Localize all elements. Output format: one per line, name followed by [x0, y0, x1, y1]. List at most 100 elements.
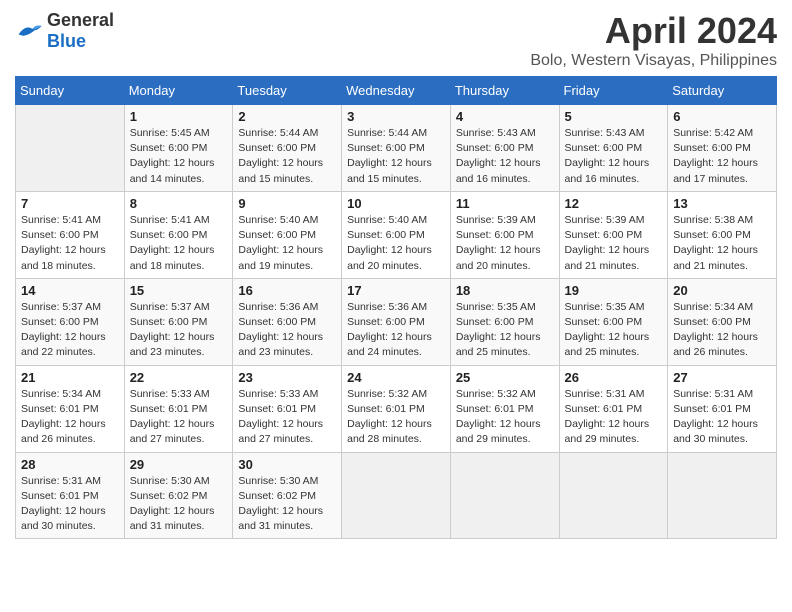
header-friday: Friday: [559, 77, 668, 105]
day-info: Sunrise: 5:44 AMSunset: 6:00 PMDaylight:…: [238, 126, 336, 187]
day-info: Sunrise: 5:39 AMSunset: 6:00 PMDaylight:…: [456, 213, 554, 274]
calendar-cell: 18Sunrise: 5:35 AMSunset: 6:00 PMDayligh…: [450, 278, 559, 365]
day-number: 19: [565, 283, 663, 298]
calendar-cell: 15 Sunrise: 5:37 AMSunset: 6:00 PMDayligh…: [124, 278, 233, 365]
calendar-table: SundayMondayTuesdayWednesdayThursdayFrid…: [15, 76, 777, 539]
header-row: SundayMondayTuesdayWednesdayThursdayFrid…: [16, 77, 777, 105]
day-number: 3: [347, 109, 445, 124]
calendar-cell: 20 Sunrise: 5:34 AMSunset: 6:00 PMDayligh…: [668, 278, 777, 365]
week-row-1: 7 Sunrise: 5:41 AMSunset: 6:00 PMDaylight…: [16, 191, 777, 278]
day-info: Sunrise: 5:36 AMSunset: 6:00 PMDaylight:…: [347, 300, 445, 361]
calendar-cell: 8Sunrise: 5:41 AMSunset: 6:00 PMDaylight…: [124, 191, 233, 278]
day-info: Sunrise: 5:33 AMSunset: 6:01 PMDaylight:…: [238, 387, 336, 448]
calendar-cell: 14Sunrise: 5:37 AMSunset: 6:00 PMDayligh…: [16, 278, 125, 365]
day-number: 12: [565, 196, 663, 211]
calendar-cell: 16Sunrise: 5:36 AMSunset: 6:00 PMDayligh…: [233, 278, 342, 365]
header-saturday: Saturday: [668, 77, 777, 105]
calendar-cell: 1Sunrise: 5:45 AMSunset: 6:00 PMDaylight…: [124, 105, 233, 192]
day-number: 17: [347, 283, 445, 298]
header-wednesday: Wednesday: [342, 77, 451, 105]
week-row-3: 21 Sunrise: 5:34 AMSunset: 6:01 PMDayligh…: [16, 365, 777, 452]
header-tuesday: Tuesday: [233, 77, 342, 105]
calendar-cell: 30 Sunrise: 5:30 AMSunset: 6:02 PMDayligh…: [233, 452, 342, 539]
day-number: 28: [21, 457, 119, 472]
day-number: 10: [347, 196, 445, 211]
month-title: April 2024: [530, 10, 777, 52]
calendar-cell: 21 Sunrise: 5:34 AMSunset: 6:01 PMDayligh…: [16, 365, 125, 452]
day-number: 22: [130, 370, 228, 385]
day-number: 29: [130, 457, 228, 472]
day-number: 14: [21, 283, 119, 298]
calendar-cell: 17 Sunrise: 5:36 AMSunset: 6:00 PMDayligh…: [342, 278, 451, 365]
calendar-cell: 26 Sunrise: 5:31 AMSunset: 6:01 PMDayligh…: [559, 365, 668, 452]
day-info: Sunrise: 5:35 AMSunset: 6:00 PMDaylight:…: [565, 300, 663, 361]
day-number: 23: [238, 370, 336, 385]
day-info: Sunrise: 5:40 AMSunset: 6:00 PMDaylight:…: [347, 213, 445, 274]
day-info: Sunrise: 5:30 AMSunset: 6:02 PMDaylight:…: [238, 474, 336, 535]
calendar-header: SundayMondayTuesdayWednesdayThursdayFrid…: [16, 77, 777, 105]
day-info: Sunrise: 5:35 AMSunset: 6:00 PMDaylight:…: [456, 300, 554, 361]
day-info: Sunrise: 5:43 AMSunset: 6:00 PMDaylight:…: [565, 126, 663, 187]
calendar-cell: 13 Sunrise: 5:38 AMSunset: 6:00 PMDayligh…: [668, 191, 777, 278]
header-sunday: Sunday: [16, 77, 125, 105]
calendar-cell: 23 Sunrise: 5:33 AMSunset: 6:01 PMDayligh…: [233, 365, 342, 452]
day-number: 6: [673, 109, 771, 124]
day-number: 21: [21, 370, 119, 385]
day-info: Sunrise: 5:34 AMSunset: 6:01 PMDaylight:…: [21, 387, 119, 448]
day-info: Sunrise: 5:32 AMSunset: 6:01 PMDaylight:…: [347, 387, 445, 448]
day-number: 13: [673, 196, 771, 211]
week-row-4: 28Sunrise: 5:31 AMSunset: 6:01 PMDayligh…: [16, 452, 777, 539]
day-info: Sunrise: 5:43 AMSunset: 6:00 PMDaylight:…: [456, 126, 554, 187]
calendar-cell: 29Sunrise: 5:30 AMSunset: 6:02 PMDayligh…: [124, 452, 233, 539]
day-number: 27: [673, 370, 771, 385]
day-number: 4: [456, 109, 554, 124]
calendar-cell: 2Sunrise: 5:44 AMSunset: 6:00 PMDaylight…: [233, 105, 342, 192]
day-info: Sunrise: 5:39 AMSunset: 6:00 PMDaylight:…: [565, 213, 663, 274]
calendar-cell: [16, 105, 125, 192]
day-info: Sunrise: 5:37 AMSunset: 6:00 PMDaylight:…: [130, 300, 228, 361]
calendar-cell: 22Sunrise: 5:33 AMSunset: 6:01 PMDayligh…: [124, 365, 233, 452]
day-number: 9: [238, 196, 336, 211]
day-number: 15: [130, 283, 228, 298]
day-info: Sunrise: 5:44 AMSunset: 6:00 PMDaylight:…: [347, 126, 445, 187]
day-number: 7: [21, 196, 119, 211]
week-row-2: 14 Sunrise: 5:37 AMSunset: 6:00 PMDayligh…: [16, 278, 777, 365]
logo-general: General: [47, 10, 114, 30]
day-number: 16: [238, 283, 336, 298]
day-info: Sunrise: 5:38 AMSunset: 6:00 PMDaylight:…: [673, 213, 771, 274]
day-info: Sunrise: 5:41 AMSunset: 6:00 PMDaylight:…: [21, 213, 119, 274]
day-number: 11: [456, 196, 554, 211]
week-row-0: 1Sunrise: 5:45 AMSunset: 6:00 PMDaylight…: [16, 105, 777, 192]
calendar-body: 1Sunrise: 5:45 AMSunset: 6:00 PMDaylight…: [16, 105, 777, 539]
day-number: 26: [565, 370, 663, 385]
header-monday: Monday: [124, 77, 233, 105]
day-info: Sunrise: 5:42 AMSunset: 6:00 PMDaylight:…: [673, 126, 771, 187]
calendar-cell: 7 Sunrise: 5:41 AMSunset: 6:00 PMDaylight…: [16, 191, 125, 278]
calendar-cell: 11 Sunrise: 5:39 AMSunset: 6:00 PMDayligh…: [450, 191, 559, 278]
day-info: Sunrise: 5:31 AMSunset: 6:01 PMDaylight:…: [673, 387, 771, 448]
calendar-cell: [668, 452, 777, 539]
header-thursday: Thursday: [450, 77, 559, 105]
calendar-cell: [342, 452, 451, 539]
day-info: Sunrise: 5:45 AMSunset: 6:00 PMDaylight:…: [130, 126, 228, 187]
calendar-cell: 28Sunrise: 5:31 AMSunset: 6:01 PMDayligh…: [16, 452, 125, 539]
logo: General Blue: [15, 10, 114, 52]
day-info: Sunrise: 5:31 AMSunset: 6:01 PMDaylight:…: [565, 387, 663, 448]
location-title: Bolo, Western Visayas, Philippines: [530, 52, 777, 70]
calendar-cell: [559, 452, 668, 539]
logo-bird-icon: [15, 20, 43, 42]
calendar-cell: 27 Sunrise: 5:31 AMSunset: 6:01 PMDayligh…: [668, 365, 777, 452]
calendar-cell: 24Sunrise: 5:32 AMSunset: 6:01 PMDayligh…: [342, 365, 451, 452]
title-block: April 2024 Bolo, Western Visayas, Philip…: [530, 10, 777, 70]
calendar-cell: 10 Sunrise: 5:40 AMSunset: 6:00 PMDayligh…: [342, 191, 451, 278]
day-number: 5: [565, 109, 663, 124]
calendar-cell: 19 Sunrise: 5:35 AMSunset: 6:00 PMDayligh…: [559, 278, 668, 365]
day-info: Sunrise: 5:40 AMSunset: 6:00 PMDaylight:…: [238, 213, 336, 274]
day-info: Sunrise: 5:34 AMSunset: 6:00 PMDaylight:…: [673, 300, 771, 361]
day-info: Sunrise: 5:32 AMSunset: 6:01 PMDaylight:…: [456, 387, 554, 448]
day-number: 30: [238, 457, 336, 472]
calendar-cell: 4 Sunrise: 5:43 AMSunset: 6:00 PMDaylight…: [450, 105, 559, 192]
day-info: Sunrise: 5:41 AMSunset: 6:00 PMDaylight:…: [130, 213, 228, 274]
day-number: 20: [673, 283, 771, 298]
calendar-cell: 6 Sunrise: 5:42 AMSunset: 6:00 PMDaylight…: [668, 105, 777, 192]
